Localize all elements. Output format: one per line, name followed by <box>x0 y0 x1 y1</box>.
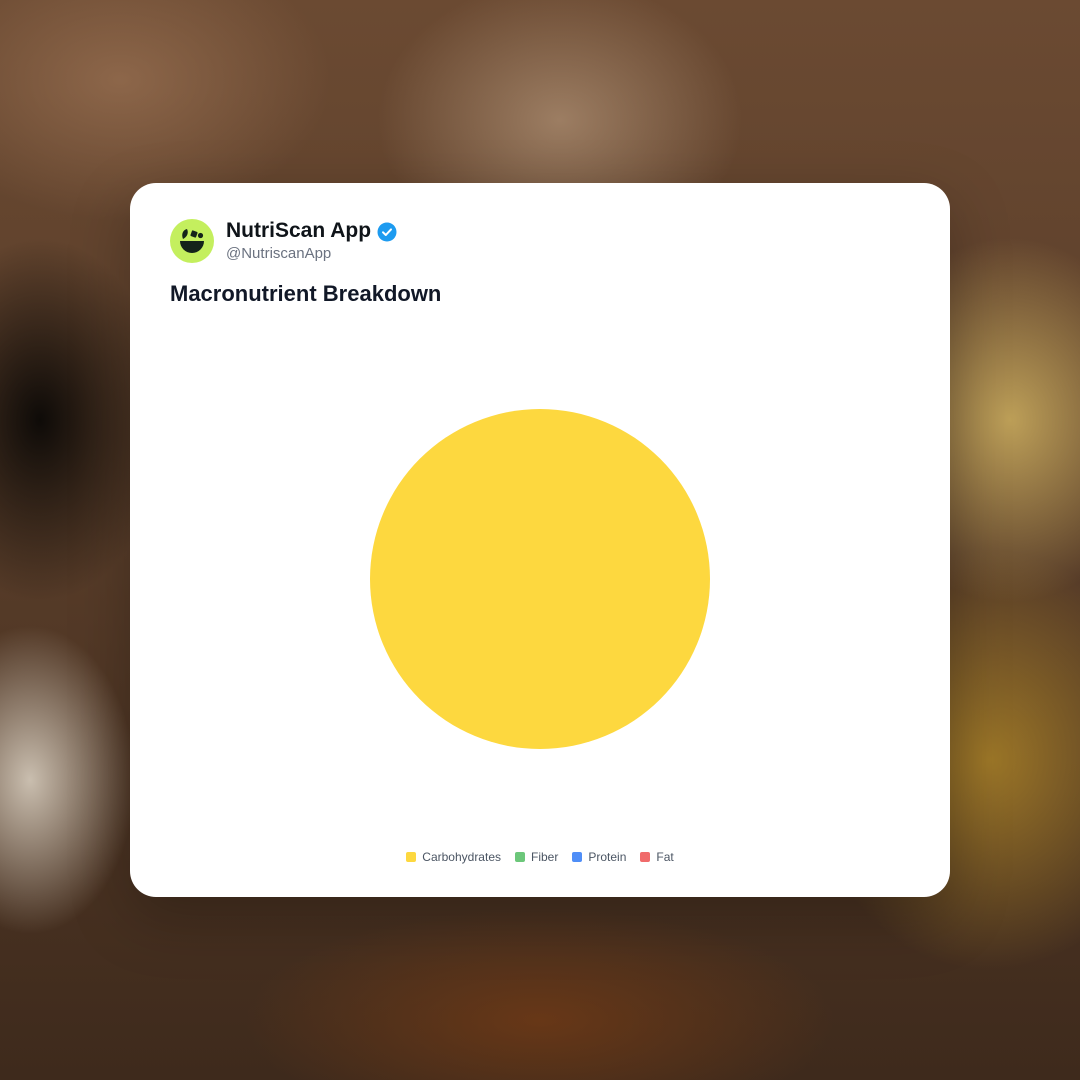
nutriscan-logo-icon[interactable] <box>170 219 214 263</box>
pie-slice-carbohydrates[interactable] <box>370 409 710 749</box>
legend-swatch-fat <box>640 852 651 862</box>
legend-item-carbohydrates[interactable]: Carbohydrates <box>406 850 501 864</box>
chart-title: Macronutrient Breakdown <box>170 281 442 306</box>
legend-swatch-protein <box>572 852 583 862</box>
account-name[interactable]: NutriScan App <box>226 219 371 243</box>
legend-item-protein[interactable]: Protein <box>572 850 626 864</box>
account-handle[interactable]: @NutriscanApp <box>226 245 331 263</box>
post-card: NutriScan App @NutriscanApp Macronutrien… <box>130 183 950 897</box>
legend-label-fiber: Fiber <box>531 850 559 864</box>
legend-swatch-carbohydrates <box>406 852 417 862</box>
legend-label-protein: Protein <box>588 850 627 864</box>
legend-label-carbohydrates: Carbohydrates <box>422 850 501 864</box>
legend-item-fat[interactable]: Fat <box>640 850 674 864</box>
legend-item-fiber[interactable]: Fiber <box>515 850 558 864</box>
pie-chart <box>370 409 710 749</box>
logo-dot <box>197 232 204 239</box>
chart-legend: Carbohydrates Fiber Protein Fat <box>130 849 950 865</box>
verified-badge-icon <box>377 222 397 242</box>
legend-label-fat: Fat <box>656 850 674 864</box>
legend-swatch-fiber <box>515 852 525 862</box>
